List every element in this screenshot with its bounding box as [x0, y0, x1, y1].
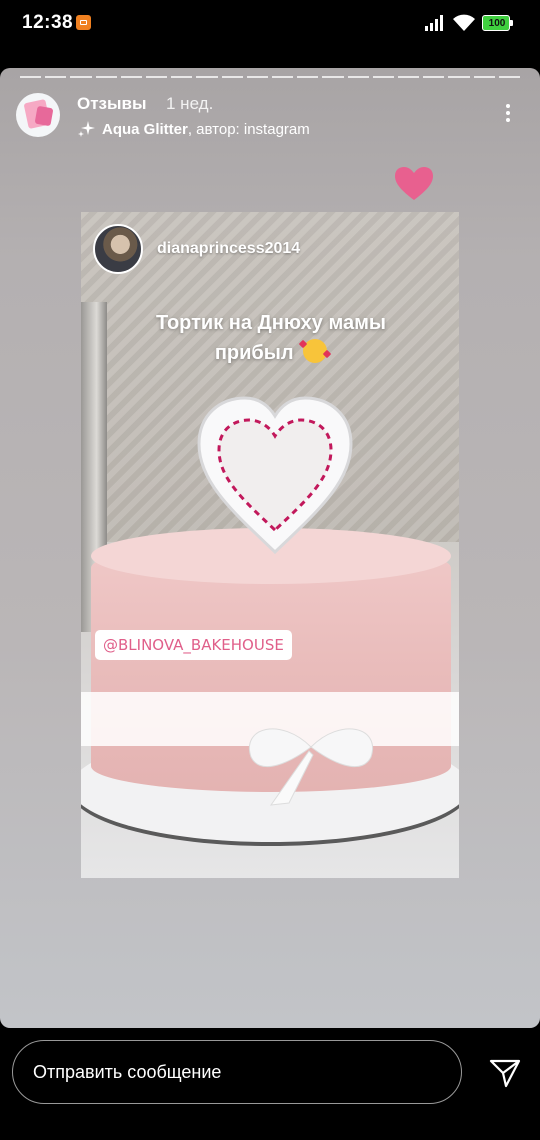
post-caption-text: Тортик на Днюху мамы прибыл: [155, 312, 387, 364]
story-media: dianaprincess2014 Тортик на Днюху мамы п…: [81, 212, 459, 878]
send-icon[interactable]: [489, 1058, 521, 1088]
story-progress-segment: [171, 76, 193, 78]
story-progress-segment: [272, 76, 294, 78]
ribbon-bow: [248, 728, 374, 806]
story-progress-segment: [196, 76, 218, 78]
battery-level: 100: [488, 18, 506, 29]
story-progress-segment: [246, 76, 269, 78]
story-progress-segment: [95, 76, 117, 78]
story-progress-segment: [448, 76, 470, 78]
post-author-username: dianaprincess2014: [157, 240, 301, 257]
story-progress-segment: [70, 76, 92, 78]
story-progress-segment: [372, 76, 395, 78]
account-avatar[interactable]: [16, 93, 60, 137]
music-author: , автор: instagram: [187, 120, 310, 138]
story-progress-segment: [120, 76, 143, 78]
story-progress-segment: [398, 76, 420, 78]
story-progress-segment: [347, 76, 369, 78]
story-progress-segment: [473, 76, 495, 78]
smiling-face-with-hearts-icon: [303, 339, 328, 363]
story-progress-segment: [146, 76, 168, 78]
story-viewer[interactable]: Отзывы 1 нед. Aqua Glitter , автор: inst…: [0, 68, 540, 1028]
notification-icon: [76, 15, 91, 30]
post-author-avatar: [93, 224, 143, 274]
signal-icon: [425, 15, 443, 31]
story-progress-segment: [297, 76, 319, 78]
send-message-input[interactable]: [12, 1040, 462, 1104]
battery-icon: 100: [482, 15, 514, 31]
wifi-icon: [453, 14, 475, 31]
story-progress-segment: [498, 76, 521, 78]
story-progress-bar: [20, 76, 521, 79]
more-icon[interactable]: [500, 102, 516, 128]
mention-sticker[interactable]: @BLINOVA_BAKEHOUSE: [95, 630, 292, 660]
status-time: 12:38: [22, 12, 74, 33]
account-name[interactable]: Отзывы: [77, 94, 147, 114]
music-title: Aqua Glitter: [102, 120, 188, 138]
story-time-ago: 1 нед.: [166, 94, 214, 113]
heart-icon: [395, 167, 433, 200]
status-bar: 12:38 100: [0, 0, 540, 48]
music-attribution[interactable]: Aqua Glitter , автор: instagram: [77, 120, 310, 138]
story-progress-segment: [322, 76, 344, 78]
story-progress-segment: [20, 76, 42, 78]
story-progress-segment: [45, 76, 67, 78]
story-progress-segment: [221, 76, 243, 78]
post-caption: Тортик на Днюху мамы прибыл: [121, 308, 421, 368]
story-progress-segment: [423, 76, 445, 78]
sparkle-icon: [78, 121, 95, 137]
heart-cookie-decoration: [197, 396, 353, 555]
